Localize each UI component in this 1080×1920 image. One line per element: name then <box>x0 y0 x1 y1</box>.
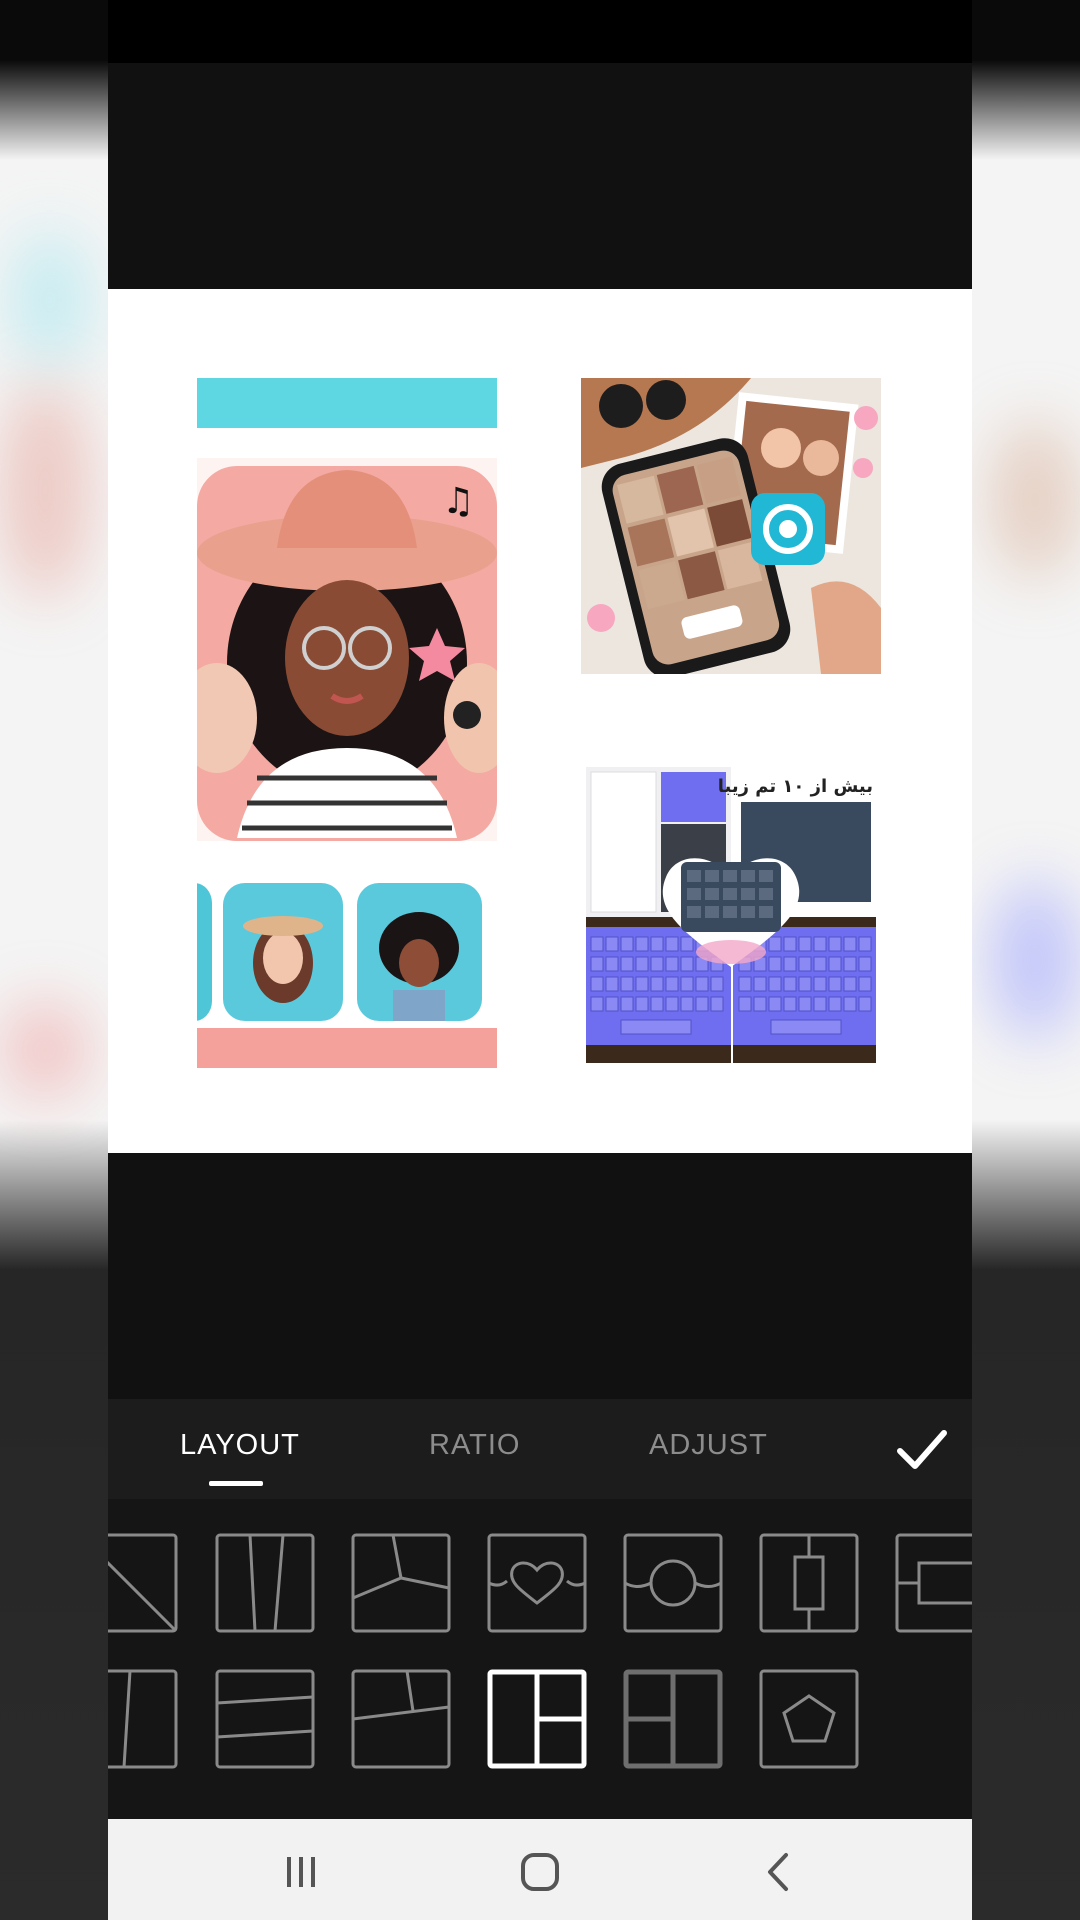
check-icon[interactable] <box>892 1423 952 1477</box>
tab-adjust[interactable]: ADJUST <box>649 1429 768 1462</box>
backdrop-tint <box>0 1000 90 1100</box>
photo-slot-2[interactable] <box>581 378 881 674</box>
layout-option-heart-cutout[interactable] <box>487 1533 587 1633</box>
tab-ratio[interactable]: RATIO <box>429 1429 520 1462</box>
layout-option-three-panels-slanted[interactable] <box>351 1669 451 1769</box>
collage-editor: ♫ بیش از ۱۰ تم زیبا LAYOUT RATIO ADJUST <box>108 0 972 1920</box>
keyboard-themes-photo: بیش از ۱۰ تم زیبا <box>581 762 881 1068</box>
layout-option-vertical-center-rect[interactable] <box>759 1533 859 1633</box>
layout-option-left-column-right-two-rows-alt[interactable] <box>623 1669 723 1769</box>
layout-option-circle-cutout[interactable] <box>623 1533 723 1633</box>
backdrop-tint <box>0 380 90 600</box>
layout-option-three-rows-slanted[interactable] <box>215 1669 315 1769</box>
girls-hat-illustration: ♫ <box>197 378 497 1068</box>
phone-collage-photo <box>581 378 881 674</box>
backdrop-tint <box>10 230 90 370</box>
active-tab-indicator <box>209 1481 263 1486</box>
system-nav-bar <box>108 1819 972 1920</box>
layout-option-pentagon-center[interactable] <box>759 1669 859 1769</box>
photo-slot-1[interactable]: ♫ <box>197 378 497 1068</box>
top-bar <box>108 0 972 63</box>
layout-row-2 <box>108 1669 972 1779</box>
backdrop-tint <box>990 420 1080 580</box>
layout-panel: LAYOUT RATIO ADJUST <box>108 1399 972 1819</box>
layout-option-diagonal-split[interactable] <box>108 1533 178 1633</box>
keyboard-overlay-text: بیش از ۱۰ تم زیبا <box>718 776 873 797</box>
photo-slot-3[interactable]: بیش از ۱۰ تم زیبا <box>581 762 881 1068</box>
layout-option-two-columns-slanted[interactable] <box>108 1669 178 1769</box>
layout-option-horizontal-center-rect[interactable] <box>895 1533 972 1633</box>
svg-text:♫: ♫ <box>442 481 474 522</box>
layout-row-1 <box>108 1533 972 1643</box>
home-icon[interactable] <box>515 1847 565 1897</box>
back-icon[interactable] <box>754 1847 804 1897</box>
tab-bar: LAYOUT RATIO ADJUST <box>108 1399 972 1499</box>
backdrop-tint <box>990 880 1080 1040</box>
collage-canvas: ♫ بیش از ۱۰ تم زیبا <box>108 289 972 1153</box>
layout-option-left-column-right-two-rows[interactable] <box>487 1669 587 1769</box>
layout-option-three-columns-slanted[interactable] <box>215 1533 315 1633</box>
layout-option-three-panels-angled[interactable] <box>351 1533 451 1633</box>
tab-layout[interactable]: LAYOUT <box>180 1429 300 1462</box>
recents-icon[interactable] <box>276 1847 326 1897</box>
